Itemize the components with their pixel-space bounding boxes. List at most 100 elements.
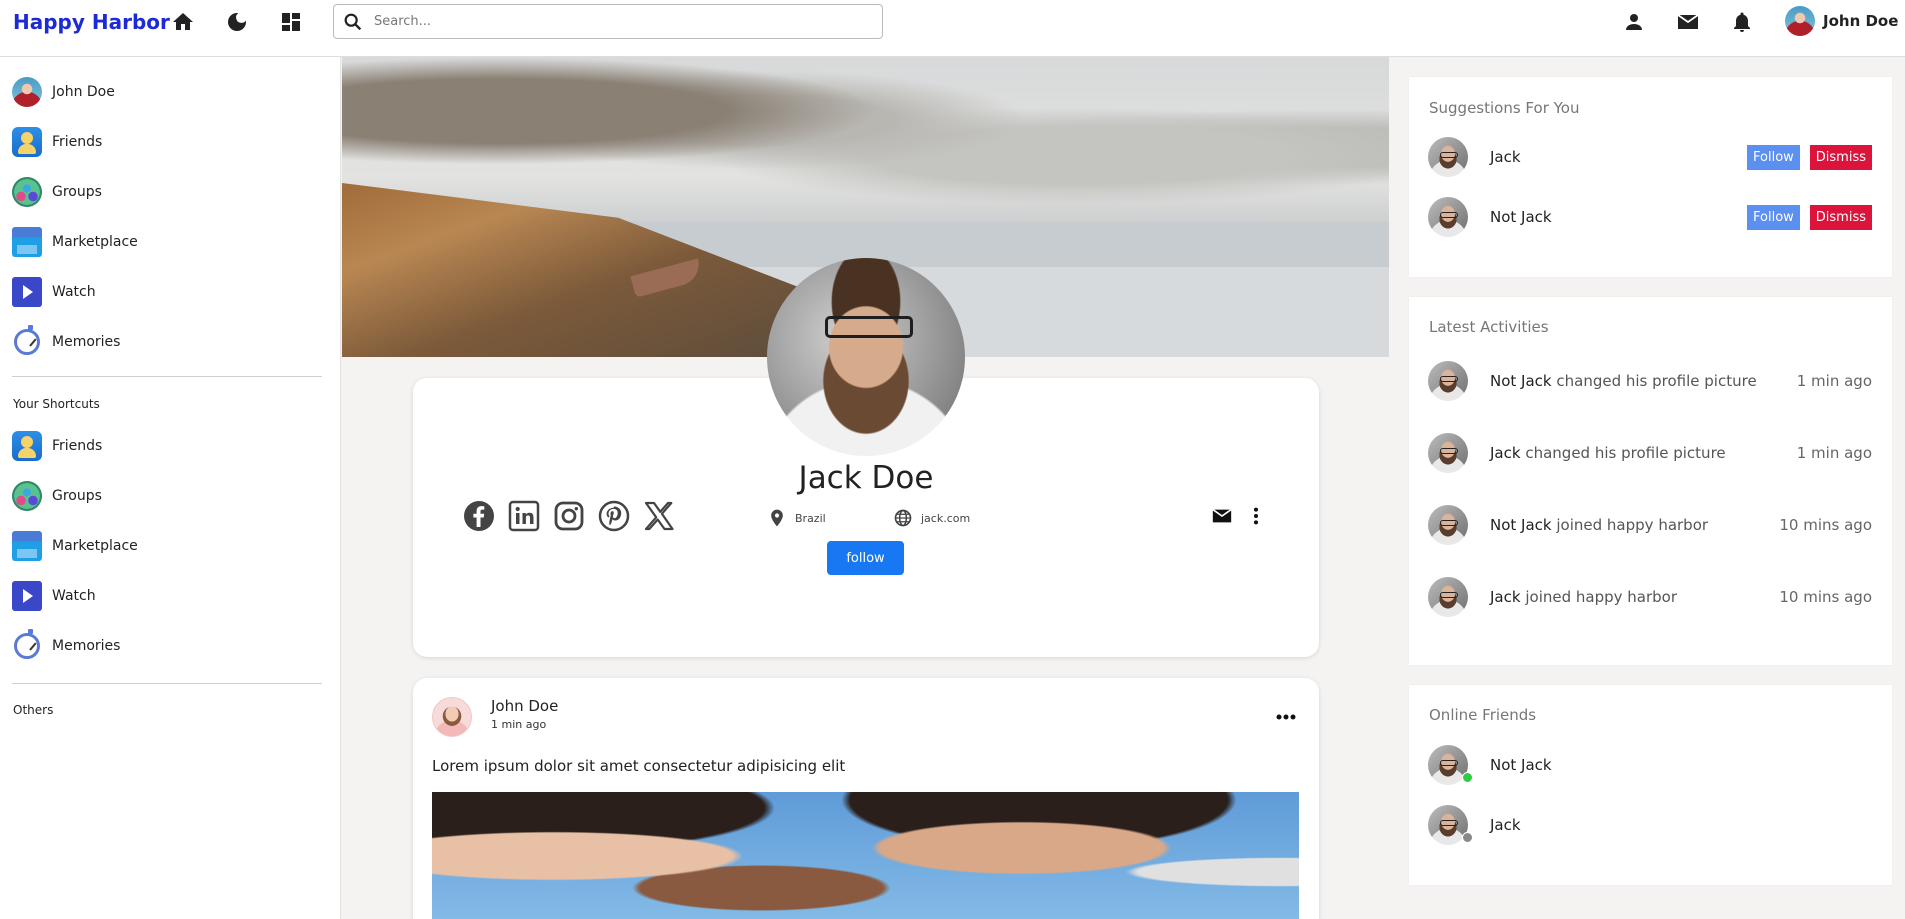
post-card: John Doe 1 min ago Lorem ipsum dolor sit… [413,678,1319,919]
memories-icon [14,325,40,355]
activity-action: changed his profile picture [1556,372,1757,390]
activity-user[interactable]: Jack [1490,444,1521,462]
post-image[interactable] [432,792,1299,919]
sidebar-item-label: Marketplace [52,538,138,554]
follow-button[interactable]: Follow [1747,144,1800,170]
sidebar-item-label: Watch [52,588,96,604]
activity-action: changed his profile picture [1525,444,1726,462]
user-avatar [12,77,42,107]
activity-user[interactable]: Not Jack [1490,372,1552,390]
mail-icon[interactable] [1676,10,1700,34]
sidebar-item-marketplace[interactable]: Marketplace [12,226,138,258]
sidebar-item-groups[interactable]: Groups [12,176,102,208]
globe-icon [894,509,912,527]
shortcut-item-watch[interactable]: Watch [12,580,96,612]
activity-user[interactable]: Not Jack [1490,516,1552,534]
search-bar [333,4,883,39]
sidebar-item-memories[interactable]: Memories [12,325,121,358]
activity-avatar[interactable] [1428,577,1468,617]
sidebar-item-label: Groups [52,184,102,200]
location-pin-icon [771,509,783,527]
friends-icon [12,127,42,157]
shortcut-item-friends[interactable]: Friends [12,430,102,462]
sidebar-item-label: John Doe [52,84,115,100]
search-input[interactable] [374,14,854,29]
website-text: jack.com [921,511,971,525]
location-text: Brazil [795,511,826,525]
sidebar-divider [12,683,322,684]
more-horizontal-icon[interactable] [1275,713,1297,721]
friends-icon [12,431,42,461]
sidebar-item-watch[interactable]: Watch [12,276,96,308]
activity-action: joined happy harbor [1556,516,1709,534]
sidebar-divider [12,376,322,377]
dismiss-button[interactable]: Dismiss [1809,144,1872,170]
post-text: Lorem ipsum dolor sit amet consectetur a… [432,757,846,775]
activity-text: Jack changed his profile picture [1490,444,1726,462]
post-author-name[interactable]: John Doe [491,697,558,715]
sidebar-item-label: Friends [52,438,103,454]
post-timestamp: 1 min ago [491,718,547,731]
instagram-icon[interactable] [553,500,585,532]
friend-name: Jack [1490,816,1521,834]
activity-avatar[interactable] [1428,505,1468,545]
suggestion-avatar[interactable] [1428,137,1468,177]
dismiss-button[interactable]: Dismiss [1809,204,1872,230]
more-vertical-icon[interactable] [1246,505,1266,527]
online-friends-title: Online Friends [1429,706,1537,724]
memories-icon [14,629,40,659]
sidebar-item-label: Memories [52,638,121,654]
home-icon[interactable] [171,10,195,34]
sidebar-item-profile[interactable]: John Doe [12,76,115,108]
sidebar-item-friends[interactable]: Friends [12,126,102,158]
activity-row: Not Jack joined happy harbor 10 mins ago [1428,505,1872,545]
marketplace-icon [12,531,42,561]
shortcut-item-marketplace[interactable]: Marketplace [12,530,138,562]
online-friend-row[interactable]: Jack [1428,805,1872,845]
linkedin-icon[interactable] [508,500,540,532]
dark-mode-icon[interactable] [225,10,249,34]
suggestion-row: Jack Follow Dismiss [1428,137,1872,177]
activity-time: 1 min ago [1796,444,1872,462]
search-icon [344,13,362,30]
sidebar-item-label: Memories [52,334,121,350]
shortcuts-heading: Your Shortcuts [13,397,100,411]
marketplace-icon [12,227,42,257]
online-friend-row[interactable]: Not Jack [1428,745,1872,785]
follow-button[interactable]: Follow [1747,204,1800,230]
top-navbar: Happy Harbor John Doe [0,0,1905,57]
profile-name: Jack Doe [798,460,934,496]
activities-panel: Latest Activities Not Jack changed his p… [1409,297,1892,665]
shortcut-item-memories[interactable]: Memories [12,629,121,662]
profile-follow-button[interactable]: follow [827,541,904,575]
apps-grid-icon[interactable] [279,10,303,34]
activity-text: Not Jack changed his profile picture [1490,372,1757,390]
profile-picture[interactable] [767,258,965,456]
online-status-dot [1462,772,1473,783]
activity-user[interactable]: Jack [1490,588,1521,606]
post-author-avatar[interactable] [432,697,472,737]
suggestion-name[interactable]: Not Jack [1490,208,1552,226]
pinterest-icon[interactable] [598,500,630,532]
notification-bell-icon[interactable] [1730,10,1754,34]
activity-action: joined happy harbor [1525,588,1677,606]
app-logo[interactable]: Happy Harbor [13,10,170,34]
others-heading: Others [13,703,54,717]
activity-time: 1 min ago [1796,372,1872,390]
x-twitter-icon[interactable] [643,500,675,532]
facebook-icon[interactable] [463,500,495,532]
activity-time: 10 mins ago [1779,516,1872,534]
person-icon[interactable] [1622,10,1646,34]
suggestion-avatar[interactable] [1428,197,1468,237]
nav-user-menu[interactable]: John Doe [1785,6,1898,36]
sidebar-item-label: Marketplace [52,234,138,250]
groups-icon [12,177,42,207]
profile-website[interactable]: jack.com [893,508,970,528]
activity-avatar[interactable] [1428,433,1468,473]
suggestion-name[interactable]: Jack [1490,148,1521,166]
shortcut-item-groups[interactable]: Groups [12,480,102,512]
message-mail-icon[interactable] [1211,505,1233,527]
activity-avatar[interactable] [1428,361,1468,401]
sidebar-item-label: Groups [52,488,102,504]
suggestions-title: Suggestions For You [1429,99,1580,117]
